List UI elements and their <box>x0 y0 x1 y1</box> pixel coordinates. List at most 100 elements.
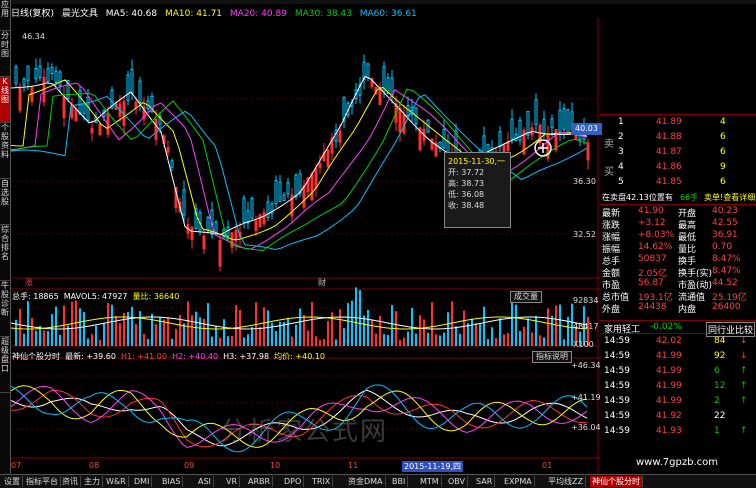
tab-11[interactable]: TRIX <box>310 476 334 487</box>
kline-chart-area[interactable] <box>11 18 600 474</box>
tab-4[interactable]: W&R <box>104 476 129 487</box>
tab-6[interactable]: BIAS <box>160 476 184 487</box>
volume-ratio: 量比: 36640 <box>132 292 180 301</box>
volume-bar <box>367 309 369 346</box>
order-row[interactable]: 1 41.89 4 <box>600 117 756 128</box>
tab-12[interactable]: 资金DMA <box>346 476 386 487</box>
tab-9[interactable]: ARBR <box>246 476 274 487</box>
candle-body <box>130 68 134 94</box>
volume-indicator-button[interactable]: 成交量 <box>510 291 542 303</box>
tab-10[interactable]: DPO <box>282 476 305 487</box>
volume-bar <box>419 315 421 346</box>
volume-bar <box>99 339 101 346</box>
left-tab-app[interactable]: 应用 <box>0 0 10 31</box>
volume-bar <box>315 336 317 346</box>
volume-bar <box>303 314 305 346</box>
tab-1[interactable]: 指标平台 <box>24 476 61 487</box>
volume-bar <box>23 333 25 346</box>
volume-bar <box>151 313 153 346</box>
indicator-help-button[interactable]: 指标说明 <box>532 351 572 363</box>
volume-bar <box>347 303 349 346</box>
tick-time: 14:59 <box>604 411 630 421</box>
left-tab-diagnosis[interactable]: 牛股诊断 <box>0 281 10 337</box>
volume-bar <box>459 333 461 346</box>
order-row[interactable]: 3 41.87 6 <box>600 147 756 158</box>
quote-row: 外盘 24438 内盘 26400 <box>600 302 756 315</box>
tab-15[interactable]: OBV <box>446 476 469 487</box>
volume-bar <box>27 301 29 346</box>
volume-bar <box>119 323 121 346</box>
tab-0[interactable]: 设置 <box>2 476 23 487</box>
volume-bar <box>271 322 273 346</box>
left-tab-ranking[interactable]: 综合排名 <box>0 225 10 281</box>
volume-bar <box>247 334 249 346</box>
volume-bar <box>191 315 193 346</box>
volume-bar <box>479 323 481 346</box>
tab-17[interactable]: EXPMA <box>502 476 535 487</box>
candle-body <box>18 86 22 111</box>
volume-bar <box>527 318 529 346</box>
volume-bar <box>415 333 417 346</box>
tab-8[interactable]: VR <box>224 476 241 487</box>
x-axis-cursor-date: 2015-11-19,四 <box>402 461 464 472</box>
tab-16[interactable]: SAR <box>474 476 496 487</box>
volume-bar <box>519 331 521 346</box>
order-volume: 6 <box>720 147 726 157</box>
price-high-mark: 46.34 <box>22 32 45 41</box>
quote-row: 最新 41.90 开盘 40.23 <box>600 206 756 219</box>
left-tab-stock-info[interactable]: 个股资料 <box>0 123 10 179</box>
tab-18[interactable]: 平均线ZZ <box>546 476 586 487</box>
tick-price: 41.99 <box>656 351 682 361</box>
quote-panel: 卖 买 1 41.89 4 2 41.88 6 3 41.87 6 4 41.86 9 5 41.… <box>600 114 756 474</box>
tab-13[interactable]: BBI <box>390 476 409 487</box>
order-row[interactable]: 2 41.88 6 <box>600 132 756 143</box>
volume-bar <box>375 333 377 346</box>
volume-bar <box>275 331 277 346</box>
candle-body <box>86 96 90 121</box>
candle-body <box>366 63 370 79</box>
volume-bar <box>539 335 541 346</box>
left-tab-watchlist[interactable]: 自选股 <box>0 179 10 225</box>
indicator-name[interactable]: 神仙个股分时 <box>12 352 60 361</box>
quote-value: 8.47% <box>712 254 741 264</box>
event-marker-cai[interactable]: 财 <box>318 277 326 288</box>
volume-bar <box>503 334 505 346</box>
tab-3[interactable]: 主力 <box>82 476 103 487</box>
order-row[interactable]: 5 41.85 6 <box>600 177 756 188</box>
left-tab-timeshare[interactable]: 分时图 <box>0 31 10 77</box>
volume-bar <box>447 312 449 346</box>
candle-body <box>562 107 566 130</box>
candle-body <box>510 118 514 140</box>
volume-bar <box>339 309 341 346</box>
left-tab-kline[interactable]: K线图 <box>0 77 10 123</box>
tooltip-open: 开: 37.72 <box>448 168 485 177</box>
tab-2[interactable]: 资讯 <box>60 476 81 487</box>
volume-bar <box>311 302 313 346</box>
volume-bar <box>95 325 97 346</box>
volume-bar <box>463 310 465 346</box>
candle-body <box>566 109 570 135</box>
tab-7[interactable]: ASI <box>196 476 214 487</box>
candle-body <box>50 66 54 74</box>
website-url: www.7gpzb.com <box>636 457 718 468</box>
industry-compare-button[interactable]: 同行业比较 <box>706 322 756 337</box>
quote-value: 24438 <box>638 302 667 312</box>
volume-bar <box>183 323 185 346</box>
tab-14[interactable]: MTM <box>418 476 442 487</box>
volume-bar <box>163 319 165 346</box>
tab-5[interactable]: DMI <box>132 476 153 487</box>
tab-19[interactable]: 神仙个股分时 <box>590 476 643 487</box>
quote-value: +8.03% <box>638 230 675 240</box>
volume-bar <box>387 335 389 346</box>
volume-bar <box>307 330 309 346</box>
volume-bar <box>563 339 565 346</box>
tick-volume: 6 <box>714 366 720 376</box>
order-book: 卖 买 1 41.89 4 2 41.88 6 3 41.87 6 4 41.86 9 5 41.… <box>600 114 756 192</box>
event-marker-zhang[interactable]: 涨 <box>25 277 33 288</box>
left-tab-super-book[interactable]: 超级盘口 <box>0 337 10 393</box>
industry-row[interactable]: 家用轻工 -0.02% 同行业比较 <box>600 320 756 337</box>
x-axis-label: 01 <box>542 461 553 470</box>
order-row[interactable]: 4 41.86 9 <box>600 162 756 173</box>
order-book-status[interactable]: 在卖盘42.13位置有 66手 卖单!查看详细 <box>600 192 756 203</box>
volume-bar <box>487 339 489 346</box>
